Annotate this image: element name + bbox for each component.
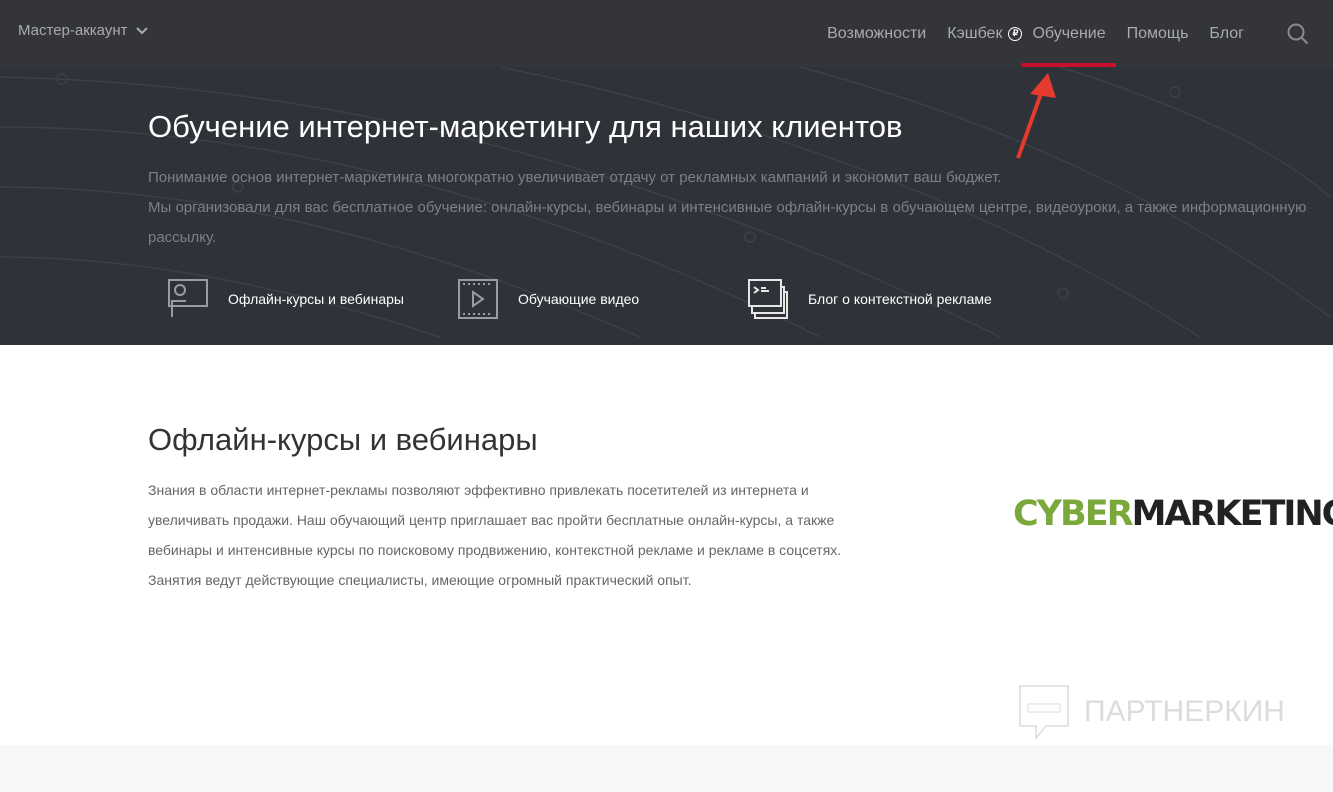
hero-text-1: Понимание основ интернет-маркетинга мног… <box>148 169 1002 186</box>
account-switcher[interactable]: Мастер-аккаунт <box>18 22 148 39</box>
main-nav: Возможности Кэшбек ₽ Обучение Помощь Блог <box>827 0 1333 67</box>
cybermarketing-logo[interactable]: CYBERMARKETING <box>1013 494 1333 534</box>
terminal-stack-icon <box>748 279 788 319</box>
feature-videos[interactable]: Обучающие видео <box>458 279 639 319</box>
next-section <box>0 745 1333 792</box>
hero-text-2: Мы организовали для вас бесплатное обуче… <box>148 199 1307 246</box>
feature-blog[interactable]: Блог о контекстной рекламе <box>748 279 992 319</box>
nav-features[interactable]: Возможности <box>827 0 926 67</box>
annotation-arrow <box>1016 73 1056 159</box>
section-title: Офлайн-курсы и вебинары <box>148 422 538 457</box>
nav-blog[interactable]: Блог <box>1209 0 1244 67</box>
section-text: Знания в области интернет-рекламы позвол… <box>148 482 842 588</box>
presenter-icon <box>168 279 208 317</box>
watermark: ПАРТНЕРКИН <box>1018 684 1285 740</box>
ruble-cashback-icon: ₽ <box>1008 26 1023 41</box>
top-bar: Мастер-аккаунт Возможности Кэшбек ₽ Обуче… <box>0 0 1333 67</box>
nav-cashback[interactable]: Кэшбек ₽ <box>947 0 1023 67</box>
hero-section: Обучение интернет-маркетингу для наших к… <box>0 67 1333 345</box>
nav-help[interactable]: Помощь <box>1127 0 1189 67</box>
chevron-down-icon <box>135 26 148 34</box>
watermark-logo-icon <box>1019 685 1069 740</box>
hero-title: Обучение интернет-маркетингу для наших к… <box>148 109 903 144</box>
feature-offline-courses[interactable]: Офлайн-курсы и вебинары <box>168 279 404 319</box>
nav-learning[interactable]: Обучение <box>1022 0 1116 67</box>
search-icon[interactable] <box>1287 23 1309 45</box>
video-icon <box>458 279 498 319</box>
